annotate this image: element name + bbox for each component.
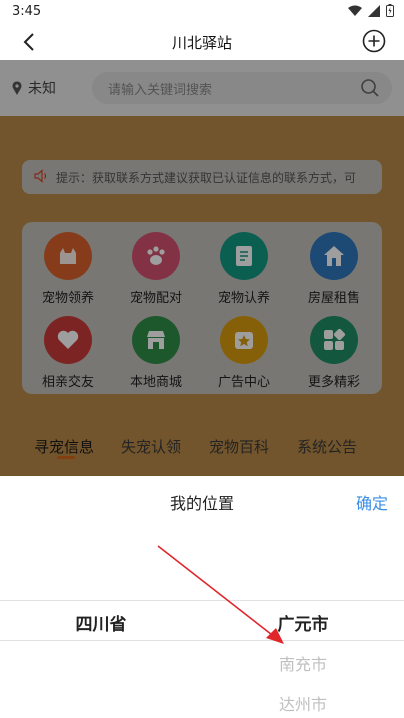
picker-divider-top: [0, 600, 404, 601]
city-wheel[interactable]: 广元市 南充市 达州市: [202, 610, 404, 715]
sheet-title: 我的位置: [169, 494, 234, 513]
province-wheel[interactable]: 四川省: [0, 610, 202, 635]
add-circle-icon[interactable]: [362, 29, 386, 53]
confirm-button[interactable]: 确定: [356, 490, 388, 514]
modal-backdrop[interactable]: [0, 60, 404, 476]
city-option[interactable]: 南充市: [202, 651, 404, 675]
page-title: 川北驿站: [171, 34, 232, 52]
battery-icon: [386, 4, 394, 17]
status-time: 3:45: [12, 4, 42, 19]
wifi-icon: [348, 5, 362, 16]
location-picker-sheet: 我的位置 确定 四川省 广元市 南充市 达州市: [0, 476, 404, 718]
signal-icon: [368, 4, 380, 17]
city-option[interactable]: 达州市: [202, 691, 404, 715]
city-selected: 广元市: [277, 615, 329, 635]
status-icons: [348, 4, 394, 17]
province-selected: 四川省: [75, 615, 127, 635]
status-bar: 3:45: [0, 0, 404, 24]
app-header: 川北驿站: [0, 24, 404, 60]
